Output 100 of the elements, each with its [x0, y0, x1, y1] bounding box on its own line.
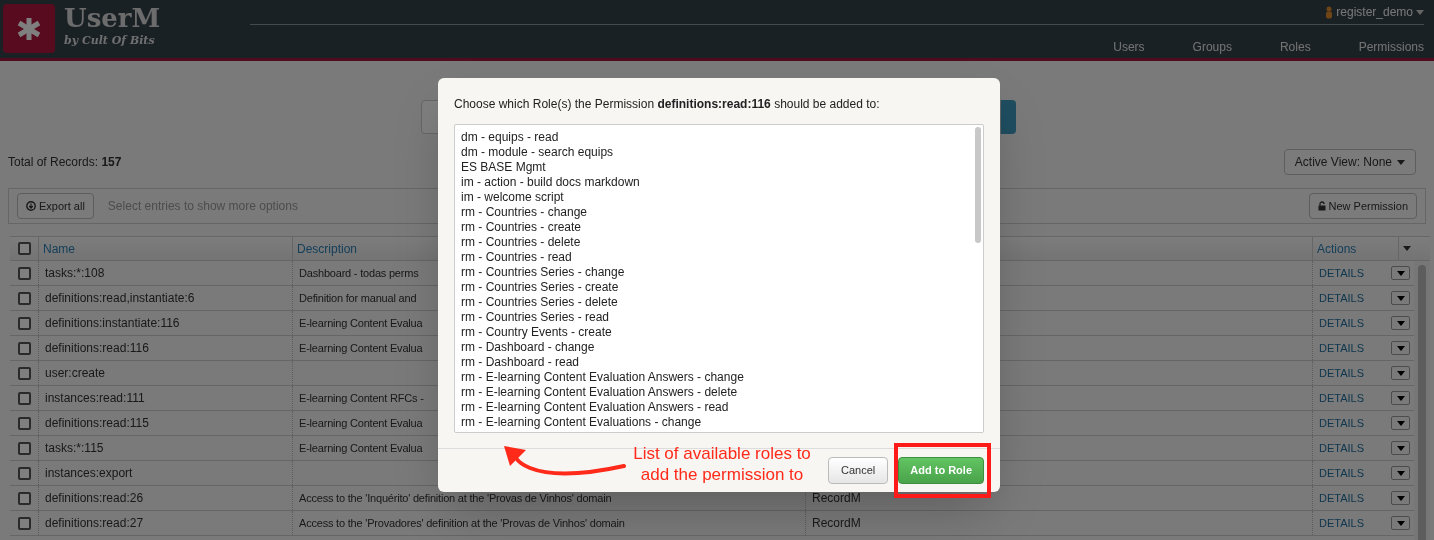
row-checkbox[interactable] [17, 291, 31, 305]
table-cell-text: Dashboard - todas perms [299, 265, 419, 281]
row-checkbox[interactable] [17, 441, 31, 455]
row-checkbox[interactable] [17, 516, 31, 530]
add-to-role-button[interactable]: Add to Role [898, 457, 984, 484]
app-title: UserM [64, 2, 161, 34]
role-option[interactable]: rm - E-learning Content Evaluation Answers - change [461, 370, 744, 385]
caret-icon [1396, 495, 1405, 501]
export-button[interactable]: Export all [17, 193, 94, 219]
role-list[interactable] [454, 124, 984, 433]
annotation-text: List of available roles to add the permission to [632, 443, 812, 485]
caret-icon [1396, 445, 1405, 451]
details-link[interactable]: DETAILS [1319, 264, 1365, 282]
logo-icon [3, 4, 55, 53]
role-option[interactable]: rm - Dashboard - change [461, 340, 595, 355]
new-permission-button[interactable]: New Permission [1308, 193, 1417, 219]
select-all-checkbox[interactable] [17, 242, 31, 255]
role-option[interactable]: rm - E-learning Content Evaluation Answers - read [461, 400, 729, 415]
cancel-button[interactable]: Cancel [828, 457, 889, 484]
row-checkbox[interactable] [17, 491, 31, 505]
active-view-dropdown[interactable]: Active View: None [1283, 149, 1416, 175]
caret-icon [1416, 9, 1424, 15]
caret-icon [1396, 270, 1405, 276]
caret-icon [1396, 345, 1405, 351]
caret-icon [1396, 370, 1405, 376]
details-link[interactable]: DETAILS [1319, 439, 1365, 457]
role-option[interactable]: rm - Countries Series - read [461, 310, 610, 325]
row-menu-button[interactable] [1391, 341, 1410, 355]
details-link[interactable]: DETAILS [1319, 364, 1365, 382]
total-records: Total of Records: 157 [8, 154, 122, 171]
table-cell-text: tasks:*:115 [45, 440, 104, 457]
user-menu[interactable]: register_demo [1336, 3, 1413, 21]
row-menu-button[interactable] [1391, 466, 1410, 480]
role-option[interactable]: dm - equips - read [461, 130, 559, 145]
row-menu-button[interactable] [1391, 316, 1410, 330]
role-option[interactable]: rm - Country Events - create [461, 325, 612, 340]
row-menu-button[interactable] [1391, 391, 1410, 405]
nav-link[interactable]: Permissions [1338, 38, 1424, 56]
details-link[interactable]: DETAILS [1319, 489, 1365, 507]
row-menu-button[interactable] [1391, 491, 1410, 505]
role-option[interactable]: rm - Countries Series - change [461, 265, 625, 280]
table-cell-text: definitions:instantiate:116 [45, 315, 180, 332]
row-checkbox[interactable] [17, 466, 31, 480]
row-checkbox[interactable] [17, 266, 31, 280]
details-link[interactable]: DETAILS [1319, 414, 1365, 432]
role-option[interactable]: rm - Countries Series - delete [461, 295, 618, 310]
row-menu-button[interactable] [1391, 266, 1410, 280]
role-option[interactable]: im - action - build docs markdown [461, 175, 640, 190]
role-option[interactable]: rm - Countries Series - create [461, 280, 619, 295]
role-option[interactable]: rm - Countries - delete [461, 235, 581, 250]
details-link[interactable]: DETAILS [1319, 289, 1365, 307]
user-icon [1325, 5, 1334, 19]
table-cell-text: E-learning Content Evalua [299, 340, 423, 356]
details-link[interactable]: DETAILS [1319, 464, 1365, 482]
dialog-prompt: Choose which Role(s) the Permission definitions:read:116 should be added to: [454, 97, 880, 111]
column-header[interactable]: Description [297, 239, 358, 258]
row-menu-button[interactable] [1391, 441, 1410, 455]
details-link[interactable]: DETAILS [1319, 389, 1365, 407]
table-cell-text: RecordM [812, 490, 861, 507]
table-cell-text: E-learning Content RFCs - [299, 390, 424, 406]
nav-link[interactable]: Users [1093, 38, 1165, 56]
caret-icon [1396, 295, 1405, 301]
table-cell-text: Access to the 'Inquérito' definition at the 'Provas de Vinhos' domain [299, 490, 612, 506]
column-header[interactable]: Actions [1317, 239, 1357, 258]
table-cell-text: user:create [45, 365, 106, 382]
details-link[interactable]: DETAILS [1319, 314, 1365, 332]
caret-icon [1396, 420, 1405, 426]
role-option[interactable]: rm - Countries - change [461, 205, 588, 220]
role-option[interactable]: dm - module - search equips [461, 145, 614, 160]
details-link[interactable]: DETAILS [1319, 514, 1365, 532]
lock-icon [1317, 201, 1326, 211]
row-menu-button[interactable] [1391, 291, 1410, 305]
row-menu-button[interactable] [1391, 516, 1410, 530]
table-cell-text: definitions:read,instantiate:6 [45, 290, 195, 307]
row-checkbox[interactable] [17, 341, 31, 355]
role-option[interactable]: rm - Countries - read [461, 250, 572, 265]
role-option[interactable]: rm - Dashboard - read [461, 355, 580, 370]
caret-icon [1396, 470, 1405, 476]
caret-icon [1396, 320, 1405, 326]
role-option[interactable]: rm - Countries - create [461, 220, 582, 235]
table-cell-text: E-learning Content Evalua [299, 440, 423, 456]
details-link[interactable]: DETAILS [1319, 339, 1365, 357]
nav-link[interactable]: Roles [1259, 38, 1331, 56]
column-header[interactable]: Name [43, 239, 75, 258]
table-cell-text: RecordM [812, 515, 861, 532]
nav-link[interactable]: Groups [1172, 38, 1252, 56]
row-checkbox[interactable] [17, 316, 31, 330]
row-menu-button[interactable] [1391, 416, 1410, 430]
table-cell-text: definitions:read:27 [45, 515, 144, 532]
table-cell-text: definitions:read:115 [45, 415, 149, 432]
row-checkbox[interactable] [17, 366, 31, 380]
role-option[interactable]: rm - E-learning Content Evaluations - change [461, 415, 702, 430]
role-option[interactable]: im - welcome script [461, 190, 564, 205]
role-option[interactable]: rm - E-learning Content Evaluation Answers - delete [461, 385, 738, 400]
table-cell-text: instances:read:111 [45, 390, 145, 407]
row-menu-button[interactable] [1391, 366, 1410, 380]
caret-icon [1402, 246, 1411, 251]
row-checkbox[interactable] [17, 416, 31, 430]
row-checkbox[interactable] [17, 391, 31, 405]
role-option[interactable]: ES BASE Mgmt [461, 160, 546, 175]
